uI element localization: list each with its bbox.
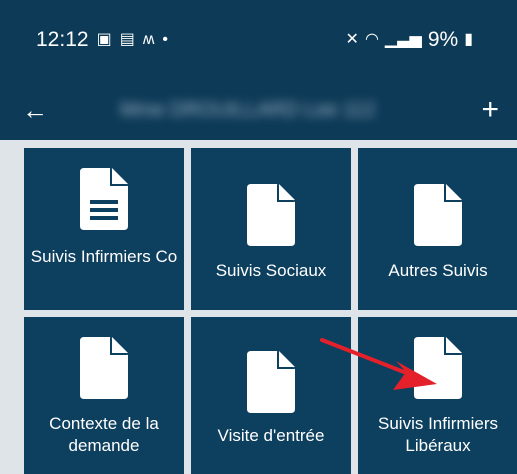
tile-grid: Suivis Infirmiers Co Suivis Sociaux Autr… [0,140,517,474]
tile-label: Autres Suivis [388,261,488,280]
page-title: Mme DROUILLARD Lee 112 [120,98,376,121]
signal-app-icon: ʍ [142,31,155,48]
battery-percent: 9% [427,28,459,51]
tile-suivis-infirmiers-co[interactable]: Suivis Infirmiers Co [24,148,184,310]
sim-icon: ▤ [119,31,135,48]
cell-signal-icon: ▁▃▅ [384,31,422,48]
tile-contexte-de-la-demande[interactable]: Contexte de la demande [24,317,184,474]
document-icon [414,337,462,399]
document-icon [414,184,462,246]
wifi-icon: ◠ [364,31,379,48]
document-lines-icon [80,168,128,230]
mute-icon: ✕ [345,31,359,48]
status-time: 12:12 [36,28,89,51]
add-button[interactable]: + [469,93,499,127]
document-icon [80,337,128,399]
tile-label: Suivis Infirmiers Libéraux [378,414,498,455]
tile-label: Suivis Infirmiers Co [30,247,178,266]
tile-autres-suivis[interactable]: Autres Suivis [358,148,517,310]
document-icon [247,351,295,413]
document-icon [247,184,295,246]
arrow-left-icon[interactable]: ← [22,95,62,126]
tile-suivis-sociaux[interactable]: Suivis Sociaux [191,148,351,310]
tile-visite-d-entree[interactable]: Visite d'entrée [191,317,351,474]
battery-icon: ▮ [464,31,473,48]
tile-label: Visite d'entrée [217,426,325,445]
tile-label: Contexte de la demande [49,414,159,455]
gallery-icon: ▣ [96,31,112,48]
status-bar: 12:12 ▣ ▤ ʍ • ✕ ◠ ▁▃▅ 9% ▮ [0,0,517,80]
tile-label: Suivis Sociaux [215,261,327,280]
app-bar: ← Mme DROUILLARD Lee 112 + [0,80,517,140]
dot-icon: • [162,31,168,48]
tile-suivis-infirmiers-liberaux[interactable]: Suivis Infirmiers Libéraux [358,317,517,474]
